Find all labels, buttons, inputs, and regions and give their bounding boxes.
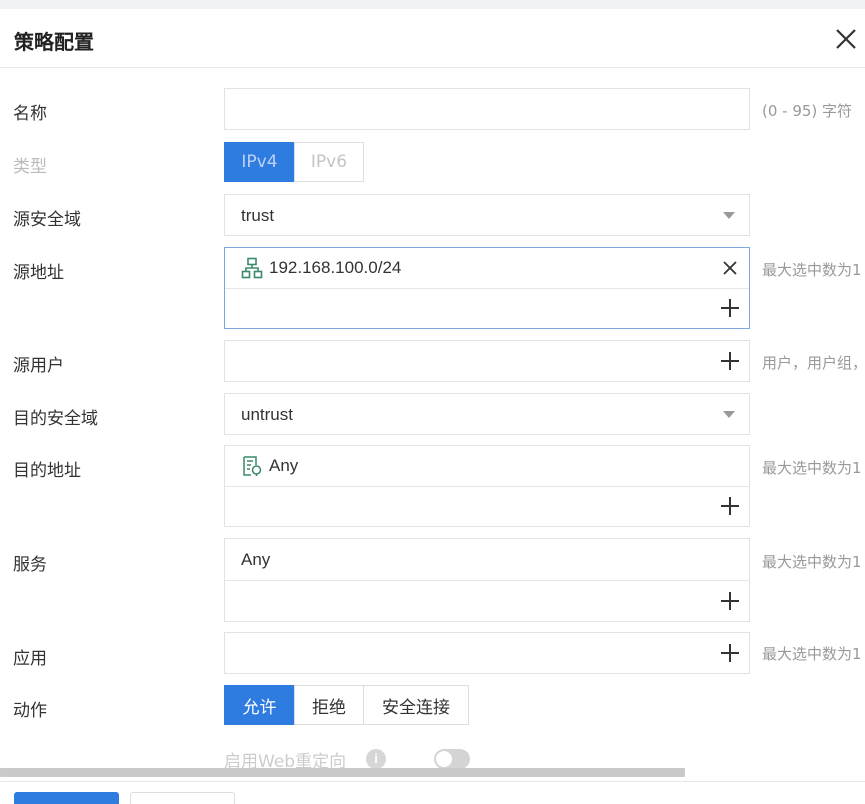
src-addr-item: 192.168.100.0/24 <box>269 258 402 277</box>
footer-divider <box>0 781 865 782</box>
src-user-hint: 用户，用户组， <box>762 354 865 372</box>
toggle-knob <box>436 751 452 767</box>
dst-addr-hint: 最大选中数为1 <box>762 459 862 477</box>
dst-addr-item: Any <box>269 456 299 475</box>
src-user-field[interactable] <box>224 340 750 382</box>
type-label: 类型 <box>13 157 47 177</box>
close-icon[interactable] <box>833 26 859 52</box>
dst-zone-select[interactable]: untrust <box>224 393 750 435</box>
plus-icon[interactable] <box>721 497 739 515</box>
web-redirect-toggle[interactable] <box>434 749 470 769</box>
app-field[interactable] <box>224 632 750 674</box>
dialog-title: 策略配置 <box>14 30 94 54</box>
service-label: 服务 <box>13 555 47 575</box>
dialog-header: 策略配置 <box>0 9 865 68</box>
info-icon[interactable]: i <box>366 749 386 769</box>
plus-icon[interactable] <box>721 352 739 370</box>
src-addr-hint: 最大选中数为1 <box>762 261 862 279</box>
action-label: 动作 <box>13 701 47 721</box>
confirm-button[interactable] <box>14 792 119 804</box>
service-field[interactable]: Any <box>224 538 750 622</box>
address-icon <box>241 455 263 477</box>
network-icon <box>241 257 263 279</box>
plus-icon[interactable] <box>721 592 739 610</box>
type-ipv4-option[interactable]: IPv4 <box>224 142 295 182</box>
src-zone-select[interactable]: trust <box>224 194 750 236</box>
horizontal-scrollbar[interactable] <box>0 768 685 777</box>
name-hint: (0 - 95) 字符 <box>762 102 853 120</box>
src-zone-value: trust <box>241 206 275 225</box>
caret-down-icon <box>723 212 735 219</box>
type-ipv6-option[interactable]: IPv6 <box>294 142 364 182</box>
name-label: 名称 <box>13 104 47 124</box>
src-addr-field[interactable]: 192.168.100.0/24 <box>224 247 750 329</box>
action-secure-connect-option[interactable]: 安全连接 <box>363 685 469 725</box>
service-item: Any <box>241 550 271 569</box>
action-deny-option[interactable]: 拒绝 <box>294 685 364 725</box>
dst-zone-label: 目的安全域 <box>13 409 98 429</box>
remove-item-icon[interactable] <box>722 260 738 276</box>
plus-icon[interactable] <box>721 299 739 317</box>
cancel-button[interactable] <box>130 792 235 804</box>
service-hint: 最大选中数为1 <box>762 553 862 571</box>
divider <box>225 288 749 289</box>
action-allow-option[interactable]: 允许 <box>224 685 295 725</box>
src-user-label: 源用户 <box>13 356 64 376</box>
app-label: 应用 <box>13 649 47 669</box>
dst-addr-field[interactable]: Any <box>224 445 750 527</box>
app-hint: 最大选中数为1 <box>762 645 862 663</box>
divider <box>225 580 749 581</box>
policy-config-dialog: 策略配置 名称 (0 - 95) 字符 类型 IPv4 IPv6 源安全域 tr… <box>0 9 865 804</box>
dst-addr-label: 目的地址 <box>13 461 81 481</box>
name-input[interactable] <box>224 88 750 130</box>
dst-zone-value: untrust <box>241 405 293 424</box>
caret-down-icon <box>723 411 735 418</box>
src-addr-label: 源地址 <box>13 263 64 283</box>
src-zone-label: 源安全域 <box>13 210 81 230</box>
divider <box>225 486 749 487</box>
plus-icon[interactable] <box>721 644 739 662</box>
